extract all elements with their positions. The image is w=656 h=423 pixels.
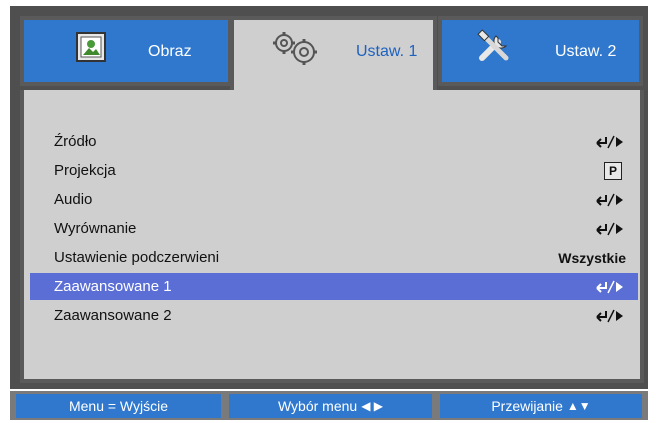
projection-icon: P — [604, 161, 626, 180]
menu-item-ustawienie-podczerwieni[interactable]: Ustawienie podczerwieni Wszystkie — [30, 244, 638, 271]
enter-arrow-icon — [594, 134, 626, 150]
osd-menu: Obraz Ustaw. 1 Ustaw. 2 Źródło Projekcja… — [10, 6, 648, 389]
tab-ustaw-1-label: Ustaw. 1 — [356, 43, 418, 60]
menu-select-label: Wybór menu — [277, 398, 358, 414]
gears-icon — [270, 30, 322, 71]
tab-obraz[interactable]: Obraz — [20, 16, 232, 86]
enter-arrow-icon — [594, 279, 626, 295]
projection-value: P — [604, 161, 622, 180]
up-down-arrows-icon: ▲▼ — [566, 399, 591, 413]
left-right-arrows-icon: ◀ ▶ — [361, 399, 384, 413]
menu-panel: Źródło Projekcja P Audio Wyrównanie Usta… — [20, 90, 644, 383]
menu-item-label: Audio — [54, 191, 93, 208]
menu-exit-label: Menu = Wyjście — [68, 398, 169, 414]
tools-icon — [476, 28, 514, 71]
tab-obraz-label: Obraz — [148, 43, 192, 60]
menu-select-hint[interactable]: Wybór menu ◀ ▶ — [229, 394, 432, 418]
menu-item-label: Zaawansowane 1 — [54, 278, 172, 295]
picture-icon — [76, 32, 106, 67]
menu-item-label: Projekcja — [54, 162, 116, 179]
menu-item-zrodlo[interactable]: Źródło — [30, 128, 638, 155]
menu-item-projekcja[interactable]: Projekcja P — [30, 157, 638, 184]
scroll-hint[interactable]: Przewijanie ▲▼ — [440, 394, 642, 418]
help-bar: Menu = Wyjście Wybór menu ◀ ▶ Przewijani… — [10, 391, 648, 420]
enter-arrow-icon — [594, 192, 626, 208]
menu-item-audio[interactable]: Audio — [30, 186, 638, 213]
menu-item-label: Źródło — [54, 133, 97, 150]
menu-item-zaawansowane-1[interactable]: Zaawansowane 1 — [30, 273, 638, 300]
menu-item-label: Zaawansowane 2 — [54, 307, 172, 324]
tab-ustaw-1[interactable]: Ustaw. 1 — [230, 16, 437, 98]
menu-item-zaawansowane-2[interactable]: Zaawansowane 2 — [30, 302, 638, 329]
menu-item-wyrownanie[interactable]: Wyrównanie — [30, 215, 638, 242]
tab-ustaw-2-label: Ustaw. 2 — [555, 43, 617, 60]
menu-exit-hint[interactable]: Menu = Wyjście — [16, 394, 221, 418]
menu-item-label: Ustawienie podczerwieni — [54, 249, 220, 266]
scroll-label: Przewijanie — [491, 398, 563, 414]
menu-item-value: Wszystkie — [558, 249, 626, 266]
menu-item-label: Wyrównanie — [54, 220, 137, 237]
enter-arrow-icon — [594, 221, 626, 237]
enter-arrow-icon — [594, 308, 626, 324]
tab-ustaw-2[interactable]: Ustaw. 2 — [438, 16, 643, 86]
